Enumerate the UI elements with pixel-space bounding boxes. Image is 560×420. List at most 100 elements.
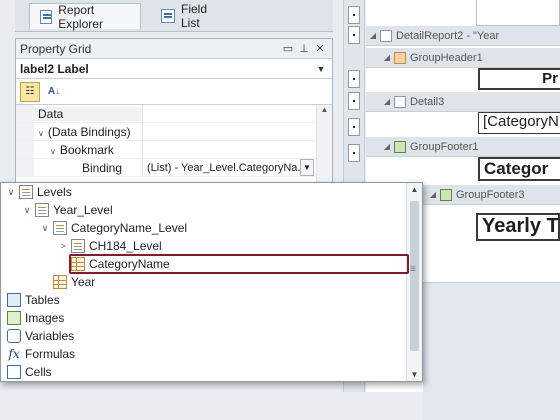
property-grid-title: Property Grid [20,41,92,56]
band-detail-report[interactable]: ◢ DetailReport2 - "Year [366,26,560,46]
chevron-right-icon[interactable]: > [57,241,69,251]
tree-node-formulas[interactable]: fx Formulas [5,345,75,363]
window-position-icon[interactable]: ▭ [280,42,296,55]
designer-bottom-area [423,282,560,420]
band-group-footer[interactable]: ◢ GroupFooter1 [366,137,560,157]
report-cell[interactable]: Categor [478,157,560,181]
property-name: Data [34,106,142,121]
levels-icon [19,185,33,199]
level-icon [71,239,85,253]
object-selector[interactable]: label2 Label ▼ [16,59,332,79]
tree-node-label: Formulas [25,347,76,361]
images-icon [7,311,21,325]
explorer-tab-strip: Report Explorer Field List [15,0,333,32]
tree-node-label: Tables [25,293,60,307]
property-value [142,105,332,122]
strip-button[interactable] [348,144,360,162]
tree-node-cells[interactable]: Cells [5,363,52,381]
pin-icon[interactable]: ⊥ [296,42,312,55]
chevron-down-icon[interactable]: ∨ [39,223,51,234]
detail-report-icon [380,29,392,42]
tree-node-label: Levels [37,185,72,199]
binding-dropdown-button[interactable]: ▼ [300,159,314,176]
tree-node-variables[interactable]: Variables [5,327,74,345]
tree-scrollbar[interactable]: ▲ ▼ [406,183,422,381]
status-area [0,392,423,420]
strip-button[interactable] [348,26,360,44]
chevron-down-icon[interactable]: ◢ [380,97,394,106]
field-list-icon [161,9,175,23]
property-value [142,123,332,140]
strip-button[interactable] [348,118,360,136]
resize-grip-icon[interactable]: ≡ [410,264,416,275]
chevron-down-icon[interactable]: ◢ [380,53,394,62]
tree-node-year[interactable]: Year [39,273,95,291]
tree-node-label: Year [71,275,96,289]
scrollbar-thumb[interactable] [410,201,419,351]
property-row[interactable]: Binding (List) - Year_Level.CategoryNa..… [16,159,332,177]
property-grid-scrollbar[interactable]: ▲ [316,105,332,185]
report-control[interactable] [476,0,560,26]
group-footer-icon [440,188,452,201]
chevron-down-icon[interactable]: ◢ [380,142,394,151]
object-selector-value: label2 Label [20,61,89,76]
selected-node-highlight [69,254,409,274]
property-name: ∨ (Data Bindings) [38,124,131,139]
report-cell[interactable]: Pr [478,68,560,90]
chevron-down-icon[interactable]: ◢ [426,190,440,199]
property-grid-panel: Property Grid ▭ ⊥ ✕ label2 Label ▼ ☷ A↓ … [15,38,333,186]
tree-node-levels[interactable]: ∨ Levels [5,183,72,201]
band-detail[interactable]: ◢ Detail3 [366,92,560,112]
scroll-up-icon[interactable]: ▲ [317,105,332,117]
strip-button[interactable] [348,70,360,88]
chevron-down-icon[interactable]: ∨ [21,205,33,216]
tree-node-label: Cells [25,365,52,379]
scroll-down-icon[interactable]: ▼ [407,370,422,379]
tree-node-label: CH184_Level [89,239,162,253]
group-footer-icon [394,140,406,153]
property-name: ∨ Bookmark [50,142,114,157]
tree-node-categoryname-level[interactable]: ∨ CategoryName_Level [39,219,187,237]
property-row[interactable]: ∨ Bookmark [16,141,332,159]
band-label: DetailReport2 - "Year [396,29,500,42]
close-icon[interactable]: ✕ [312,42,328,55]
chevron-down-icon[interactable]: ∨ [5,187,17,198]
tab-field-list-label: Field List [181,2,208,30]
report-cell[interactable]: Yearly T [476,213,560,241]
strip-button[interactable] [348,92,360,110]
tree-node-label: Images [25,311,65,325]
chevron-down-icon[interactable]: ∨ [50,147,56,156]
property-row[interactable]: ∨ (Data Bindings) [16,123,332,141]
binding-tree-popup: ∨ Levels ∨ Year_Level ∨ CategoryName_Lev… [0,182,423,382]
property-grid-header: Property Grid ▭ ⊥ ✕ [16,39,332,59]
tab-report-explorer-label: Report Explorer [58,2,103,31]
property-rows: Data ∨ (Data Bindings) ∨ Bookmark Binding … [16,105,332,177]
chevron-down-icon: ▼ [316,63,326,74]
alphabetical-sort-button[interactable]: A↓ [44,82,64,102]
property-value [142,141,332,158]
table-field-icon [53,275,67,289]
scroll-up-icon[interactable]: ▲ [407,185,422,194]
categorized-icon: ☷ [25,86,35,97]
tree-node-year-level[interactable]: ∨ Year_Level [21,201,113,219]
tables-icon [7,293,21,307]
tree-node-images[interactable]: Images [5,309,64,327]
chevron-down-icon[interactable]: ◢ [366,31,380,40]
level-icon [35,203,49,217]
tab-report-explorer[interactable]: Report Explorer [29,2,141,31]
band-label: Detail3 [410,95,445,108]
tree-node-tables[interactable]: Tables [5,291,60,309]
property-grid-toolbar: ☷ A↓ [16,79,332,105]
band-group-header[interactable]: ◢ GroupHeader1 [366,48,560,68]
cells-icon [7,365,21,379]
chevron-down-icon[interactable]: ∨ [38,129,44,138]
tree-node-ch184-level[interactable]: > CH184_Level [57,237,162,255]
report-cell[interactable]: [CategoryN [478,112,560,134]
property-row[interactable]: Data [16,105,332,123]
level-icon [53,221,67,235]
strip-button[interactable] [348,6,360,24]
sort-az-icon: A↓ [47,86,61,97]
property-name: Binding [82,160,123,175]
tab-field-list[interactable]: Field List [151,2,239,30]
categorized-view-button[interactable]: ☷ [20,81,40,102]
